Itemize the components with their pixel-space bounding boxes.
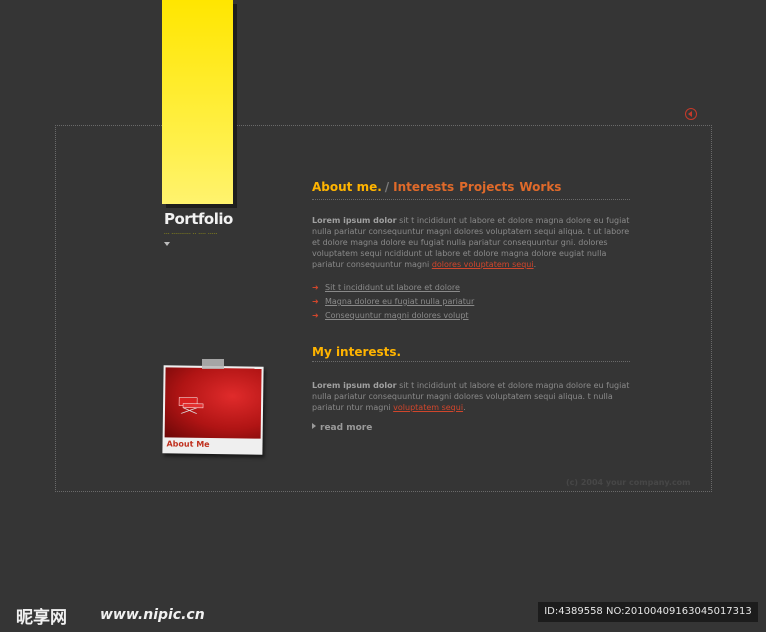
- watermark-id: ID:4389558 NO:20100409163045017313: [538, 602, 758, 622]
- main-nav: About me. / Interests Projects Works: [312, 180, 630, 200]
- about-paragraph: Lorem ipsum dolor sit t incididunt ut la…: [312, 215, 630, 270]
- watermark-url: www.nipic.cn: [100, 607, 205, 623]
- list-item[interactable]: ➜ Sit t incididunt ut labore et dolore: [312, 281, 474, 295]
- close-icon[interactable]: [685, 108, 697, 120]
- chair-illustration: [178, 397, 204, 414]
- watermark-footer: 昵享网 www.nipic.cn ID:4389558 NO:201004091…: [0, 598, 766, 632]
- nav-tab-interests[interactable]: Interests: [393, 180, 454, 194]
- nav-tab-about[interactable]: About me.: [312, 180, 382, 194]
- interests-lead: Lorem ipsum dolor: [312, 381, 397, 390]
- arrow-right-icon: ➜: [312, 311, 319, 320]
- about-links-list: ➜ Sit t incididunt ut labore et dolore ➜ M…: [312, 281, 474, 323]
- copyright-text: (c) 2004 your company.com: [566, 478, 691, 487]
- brand-title: Portfolio: [164, 210, 233, 228]
- triangle-right-icon: [312, 423, 316, 429]
- list-item-link[interactable]: Consequuntur magni dolores volupt: [325, 311, 469, 321]
- interests-paragraph: Lorem ipsum dolor sit t incididunt ut la…: [312, 380, 630, 413]
- interests-inline-link[interactable]: voluptatem sequi: [393, 403, 463, 412]
- list-item-link[interactable]: Sit t incididunt ut labore et dolore: [325, 283, 460, 293]
- watermark-logo: 昵享网: [16, 608, 67, 628]
- photo-image: [164, 367, 262, 439]
- list-item[interactable]: ➜ Consequuntur magni dolores volupt: [312, 309, 474, 323]
- about-lead: Lorem ipsum dolor: [312, 216, 397, 225]
- list-item-link[interactable]: Magna dolore eu fugiat nulla pariatur: [325, 297, 474, 307]
- list-item[interactable]: ➜ Magna dolore eu fugiat nulla pariatur: [312, 295, 474, 309]
- nav-tab-projects[interactable]: Projects: [459, 180, 514, 194]
- interests-heading: My interests.: [312, 345, 630, 362]
- read-more-link[interactable]: read more: [312, 423, 372, 433]
- nav-separator: /: [384, 180, 390, 194]
- about-end: .: [533, 260, 537, 269]
- interests-end: .: [463, 403, 466, 412]
- arrow-right-icon: ➜: [312, 283, 319, 292]
- nav-tab-works[interactable]: Works: [519, 180, 561, 194]
- arrow-right-icon: ➜: [312, 297, 319, 306]
- photo-tape: [202, 359, 224, 369]
- about-inline-link[interactable]: dolores voluptatem sequi: [432, 260, 534, 269]
- menu-chevron-down-icon[interactable]: [164, 242, 170, 246]
- photo-caption: About Me: [166, 439, 210, 449]
- read-more-label: read more: [320, 423, 373, 433]
- brand-subtitle: --- ---------- -- ---- -----: [164, 231, 218, 236]
- about-me-photo[interactable]: About Me: [162, 365, 264, 455]
- yellow-banner: [162, 0, 233, 204]
